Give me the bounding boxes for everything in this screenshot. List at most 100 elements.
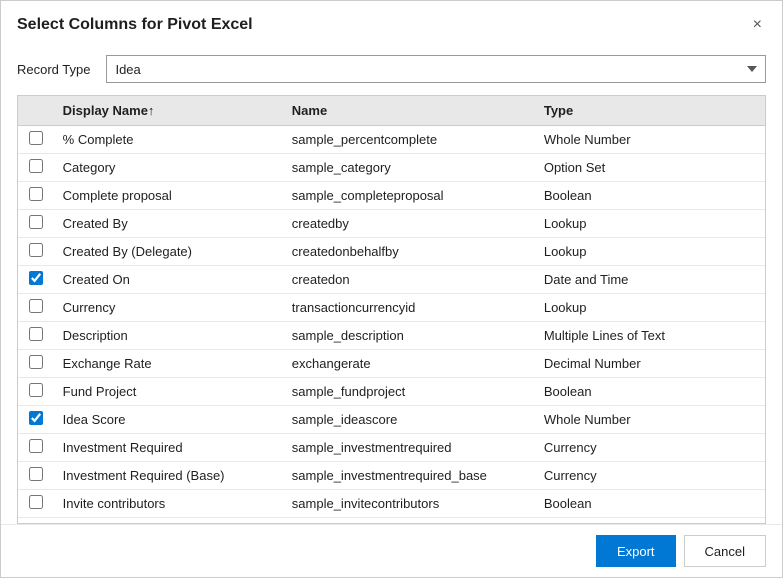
row-name: sample_fundproject — [284, 378, 536, 406]
table-body: % Completesample_percentcompleteWhole Nu… — [18, 126, 765, 525]
row-display-name: Created By — [55, 210, 284, 238]
row-checkbox[interactable] — [29, 327, 43, 341]
row-checkbox[interactable] — [29, 495, 43, 509]
dialog-titlebar: Select Columns for Pivot Excel × — [1, 1, 782, 45]
row-type: Boolean — [536, 490, 765, 518]
columns-table-container[interactable]: Display Name↑ Name Type % Completesample… — [17, 95, 766, 524]
row-checkbox-cell — [18, 490, 55, 518]
row-checkbox[interactable] — [29, 439, 43, 453]
row-checkbox-cell — [18, 266, 55, 294]
row-checkbox-cell — [18, 350, 55, 378]
row-display-name: Category — [55, 154, 284, 182]
export-button[interactable]: Export — [596, 535, 676, 567]
table-row: Exchange RateexchangerateDecimal Number — [18, 350, 765, 378]
row-display-name: Invite contributors — [55, 490, 284, 518]
row-type: Lookup — [536, 294, 765, 322]
cancel-button[interactable]: Cancel — [684, 535, 766, 567]
row-type: Lookup — [536, 210, 765, 238]
row-name: sample_ideascore — [284, 406, 536, 434]
row-type: Date and Time — [536, 266, 765, 294]
row-name: createdby — [284, 210, 536, 238]
record-type-select[interactable]: Idea — [106, 55, 766, 83]
row-display-name: Fund Project — [55, 378, 284, 406]
row-display-name: Complete proposal — [55, 182, 284, 210]
row-checkbox-cell — [18, 182, 55, 210]
table-row: Idea Scoresample_ideascoreWhole Number — [18, 406, 765, 434]
dialog-footer: Export Cancel — [1, 524, 782, 577]
row-checkbox-cell — [18, 322, 55, 350]
col-header-display-name[interactable]: Display Name↑ — [55, 96, 284, 126]
dialog-title: Select Columns for Pivot Excel — [17, 16, 253, 34]
row-name: sample_completeproposal — [284, 182, 536, 210]
row-display-name: Description — [55, 322, 284, 350]
close-button[interactable]: × — [749, 15, 766, 35]
table-header-row: Display Name↑ Name Type — [18, 96, 765, 126]
row-display-name: Investment Required — [55, 434, 284, 462]
row-checkbox[interactable] — [29, 271, 43, 285]
row-checkbox[interactable] — [29, 355, 43, 369]
row-checkbox-cell — [18, 406, 55, 434]
row-name: createdon — [284, 266, 536, 294]
row-name: transactioncurrencyid — [284, 294, 536, 322]
row-type: Boolean — [536, 378, 765, 406]
row-type: Currency — [536, 462, 765, 490]
row-checkbox[interactable] — [29, 215, 43, 229]
row-display-name: Created By (Delegate) — [55, 238, 284, 266]
row-checkbox[interactable] — [29, 467, 43, 481]
row-display-name: Created On — [55, 266, 284, 294]
table-row: Descriptionsample_descriptionMultiple Li… — [18, 322, 765, 350]
row-checkbox[interactable] — [29, 411, 43, 425]
row-name: sample_percentcomplete — [284, 126, 536, 154]
table-row: Investment Requiredsample_investmentrequ… — [18, 434, 765, 462]
row-checkbox[interactable] — [29, 187, 43, 201]
row-display-name: Exchange Rate — [55, 350, 284, 378]
row-checkbox[interactable] — [29, 131, 43, 145]
row-name: sample_category — [284, 154, 536, 182]
row-checkbox[interactable] — [29, 243, 43, 257]
row-name: sample_description — [284, 322, 536, 350]
col-header-checkbox — [18, 96, 55, 126]
table-row: Complete proposalsample_completeproposal… — [18, 182, 765, 210]
row-checkbox-cell — [18, 378, 55, 406]
table-row: Categorysample_categoryOption Set — [18, 154, 765, 182]
table-row: Investment Required (Base)sample_investm… — [18, 462, 765, 490]
dialog-body: Record Type Idea Display Name↑ Name Type… — [1, 45, 782, 524]
table-row: CurrencytransactioncurrencyidLookup — [18, 294, 765, 322]
table-row: Created By (Delegate)createdonbehalfbyLo… — [18, 238, 765, 266]
row-checkbox-cell — [18, 238, 55, 266]
row-checkbox[interactable] — [29, 299, 43, 313]
col-header-name: Name — [284, 96, 536, 126]
row-checkbox[interactable] — [29, 383, 43, 397]
row-name: sample_investmentrequired_base — [284, 462, 536, 490]
row-type: Whole Number — [536, 126, 765, 154]
row-checkbox-cell — [18, 434, 55, 462]
row-type: Multiple Lines of Text — [536, 322, 765, 350]
table-row: Created BycreatedbyLookup — [18, 210, 765, 238]
row-checkbox[interactable] — [29, 159, 43, 173]
row-checkbox-cell — [18, 294, 55, 322]
row-name: exchangerate — [284, 350, 536, 378]
row-type: Whole Number — [536, 406, 765, 434]
row-name: sample_invitecontributors — [284, 490, 536, 518]
columns-table: Display Name↑ Name Type % Completesample… — [18, 96, 765, 524]
record-type-row: Record Type Idea — [17, 45, 766, 95]
row-type: Currency — [536, 434, 765, 462]
row-name: sample_investmentrequired — [284, 434, 536, 462]
row-type: Lookup — [536, 238, 765, 266]
record-type-label: Record Type — [17, 62, 90, 77]
row-checkbox-cell — [18, 210, 55, 238]
row-checkbox-cell — [18, 126, 55, 154]
col-header-type: Type — [536, 96, 765, 126]
row-display-name: Investment Required (Base) — [55, 462, 284, 490]
row-type: Boolean — [536, 182, 765, 210]
table-row: Created OncreatedonDate and Time — [18, 266, 765, 294]
table-row: % Completesample_percentcompleteWhole Nu… — [18, 126, 765, 154]
row-checkbox-cell — [18, 462, 55, 490]
row-type: Decimal Number — [536, 350, 765, 378]
table-row: Fund Projectsample_fundprojectBoolean — [18, 378, 765, 406]
row-checkbox-cell — [18, 154, 55, 182]
row-display-name: Currency — [55, 294, 284, 322]
row-display-name: Idea Score — [55, 406, 284, 434]
table-row: Invite contributorssample_invitecontribu… — [18, 490, 765, 518]
row-display-name: % Complete — [55, 126, 284, 154]
